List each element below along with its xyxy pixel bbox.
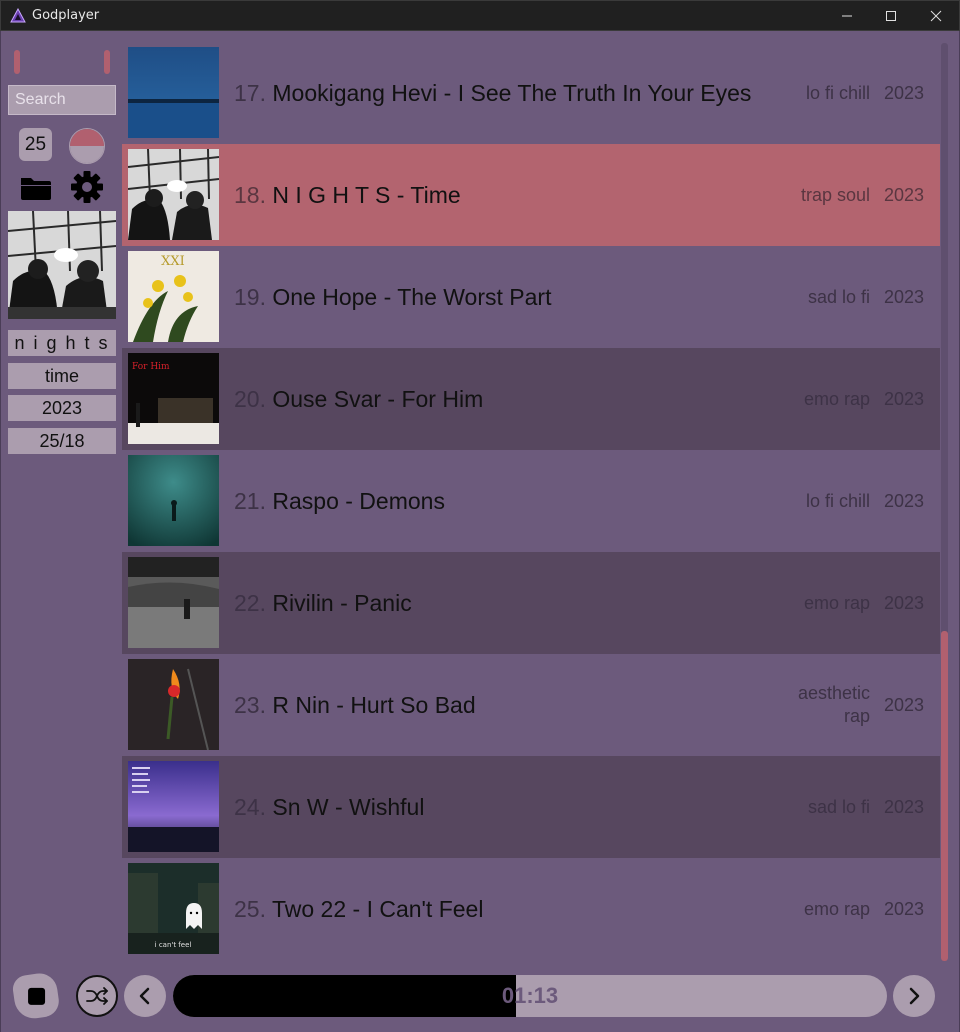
track-cover — [128, 659, 219, 750]
track-number: 23. — [234, 692, 266, 718]
left-handle[interactable] — [14, 50, 20, 74]
track-cover: i can't feel — [128, 863, 219, 954]
track-year: 2023 — [883, 83, 924, 103]
track-cover — [128, 455, 219, 546]
track-row[interactable]: 22. Rivilin - Panic emo rap 2023 — [122, 552, 940, 654]
track-genre: sad lo fi — [807, 286, 870, 307]
track-cover: For Him — [128, 353, 219, 444]
now-playing-title: time — [8, 363, 116, 389]
folder-icon — [21, 178, 51, 200]
track-cover — [128, 47, 219, 138]
minimize-icon — [842, 15, 852, 17]
track-year: 2023 — [883, 797, 924, 817]
track-title: N I G H T S - Time — [272, 182, 461, 208]
track-genre: emo rap — [803, 388, 870, 409]
track-row[interactable]: For Him 20. Ouse Svar - For Him emo rap … — [122, 348, 940, 450]
track-list: 17. Mookigang Hevi - I See The Truth In … — [122, 42, 940, 960]
track-row-active[interactable]: 18. N I G H T S - Time trap soul 2023 — [122, 144, 940, 246]
next-button[interactable] — [893, 975, 935, 1017]
chevron-right-icon — [909, 987, 920, 1005]
volume-display[interactable]: 25 — [19, 128, 52, 161]
track-cover: XXI — [128, 251, 219, 342]
open-folder-button[interactable] — [19, 171, 53, 205]
track-number: 21. — [234, 488, 266, 514]
track-title: R Nin - Hurt So Bad — [272, 692, 476, 718]
scrollbar-thumb[interactable] — [941, 631, 948, 961]
track-cover — [128, 557, 219, 648]
app-logo-icon — [10, 7, 26, 22]
track-genre: lo fi chill — [805, 490, 870, 511]
track-row[interactable]: 24. Sn W - Wishful sad lo fi 2023 — [122, 756, 940, 858]
track-year: 2023 — [883, 389, 924, 409]
shuffle-icon — [86, 987, 108, 1005]
volume-knob[interactable] — [69, 128, 105, 164]
track-title: Ouse Svar - For Him — [272, 386, 484, 412]
track-title: Two 22 - I Can't Feel — [271, 896, 484, 922]
title-bar: Godplayer — [0, 0, 960, 31]
track-title: Raspo - Demons — [272, 488, 445, 514]
now-playing-position: 25/18 — [8, 428, 116, 454]
settings-button[interactable] — [70, 170, 104, 204]
previous-button[interactable] — [124, 975, 166, 1017]
progress-bar[interactable]: 01:13 — [173, 975, 887, 1017]
track-number: 24. — [234, 794, 266, 820]
track-genre: emo rap — [803, 898, 870, 919]
track-genre: lo fi chill — [805, 82, 870, 103]
track-cover — [128, 761, 219, 852]
track-year: 2023 — [883, 593, 924, 613]
track-number: 22. — [234, 590, 266, 616]
track-row[interactable]: 21. Raspo - Demons lo fi chill 2023 — [122, 450, 940, 552]
track-title: Rivilin - Panic — [272, 590, 412, 616]
track-title: Sn W - Wishful — [272, 794, 425, 820]
track-number: 17. — [234, 80, 266, 106]
cover-text: XXI — [161, 254, 185, 269]
track-row[interactable]: i can't feel 25. Two 22 - I Can't Feel e… — [122, 858, 940, 960]
cover-text: i can't feel — [155, 941, 192, 949]
close-button[interactable] — [913, 1, 959, 31]
track-number: 20. — [234, 386, 266, 412]
now-playing-artist: n i g h t s — [8, 330, 116, 356]
track-row[interactable]: XXI 19. One Hope - The Worst Part sad lo… — [122, 246, 940, 348]
shuffle-button[interactable] — [76, 975, 118, 1017]
track-number: 18. — [234, 182, 266, 208]
track-genre: trap soul — [800, 184, 870, 205]
track-genre: emo rap — [803, 592, 870, 613]
track-year: 2023 — [883, 695, 924, 715]
window-title: Godplayer — [32, 8, 100, 23]
track-title: Mookigang Hevi - I See The Truth In Your… — [272, 80, 752, 106]
chevron-left-icon — [139, 987, 150, 1005]
track-title: One Hope - The Worst Part — [272, 284, 552, 310]
stop-icon — [27, 987, 45, 1005]
track-row[interactable]: 23. R Nin - Hurt So Bad aesthetic rap 20… — [122, 654, 940, 756]
elapsed-time: 01:13 — [501, 983, 559, 1008]
track-genre: sad lo fi — [807, 796, 870, 817]
stop-button[interactable] — [11, 971, 61, 1021]
search-input[interactable]: Search — [8, 85, 116, 115]
maximize-icon — [886, 11, 896, 21]
track-cover — [128, 149, 219, 240]
track-year: 2023 — [883, 899, 924, 919]
track-year: 2023 — [883, 185, 924, 205]
main-window: Search 25 n i g h t s time 2023 25/18 17… — [0, 31, 960, 1032]
now-playing-cover — [8, 211, 116, 319]
track-genre: aesthetic rap — [797, 683, 870, 726]
right-handle[interactable] — [104, 50, 110, 74]
close-icon — [930, 10, 942, 22]
track-row[interactable]: 17. Mookigang Hevi - I See The Truth In … — [122, 42, 940, 144]
track-year: 2023 — [883, 491, 924, 511]
now-playing-year: 2023 — [8, 395, 116, 421]
track-number: 25. — [234, 896, 266, 922]
gear-icon — [71, 171, 103, 203]
cover-text: For Him — [132, 362, 170, 372]
maximize-button[interactable] — [868, 1, 914, 31]
minimize-button[interactable] — [824, 1, 870, 31]
track-number: 19. — [234, 284, 266, 310]
track-year: 2023 — [883, 287, 924, 307]
